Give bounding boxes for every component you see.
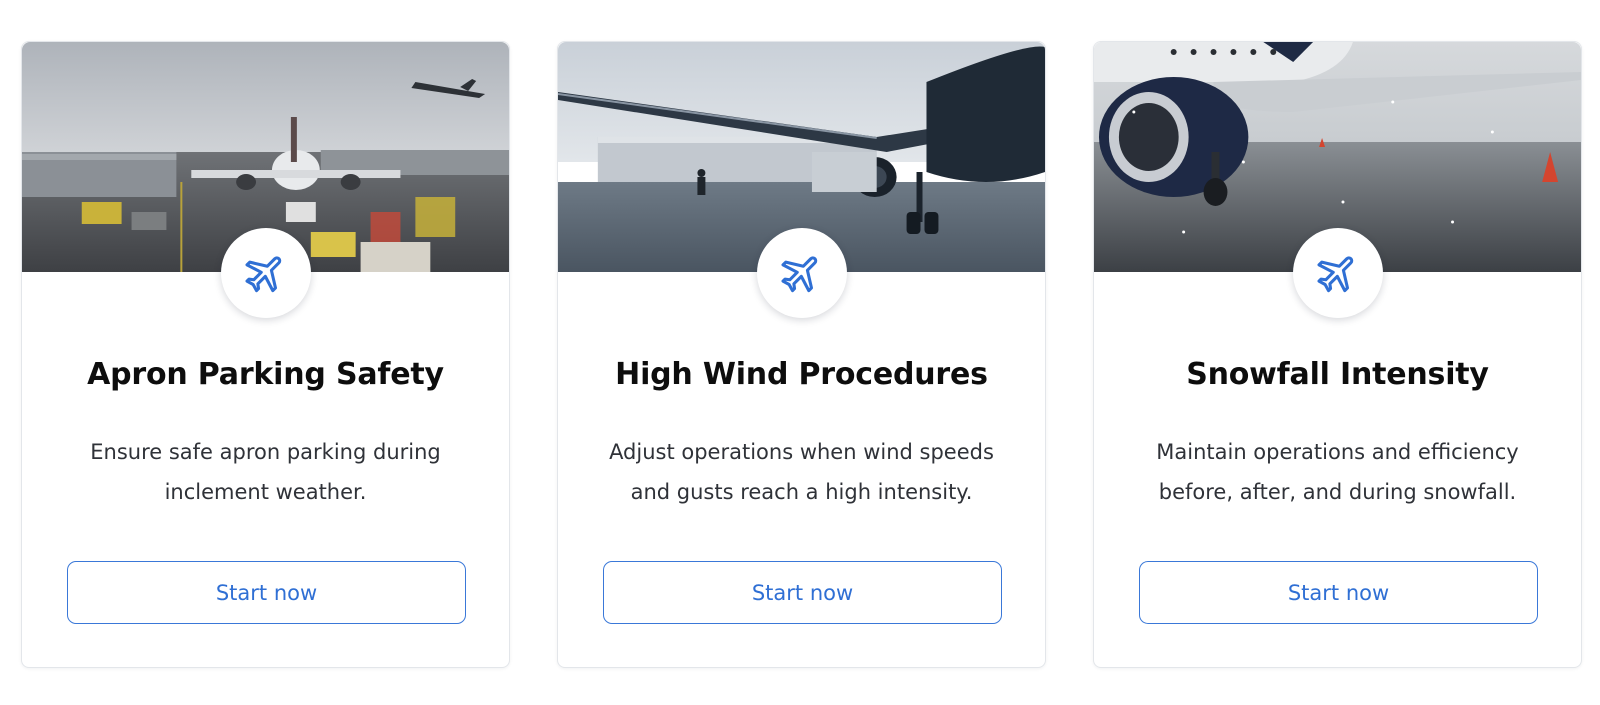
- card-description: Adjust operations when wind speeds and g…: [609, 440, 994, 504]
- card-title: Snowfall Intensity: [1186, 357, 1489, 392]
- card-title: Apron Parking Safety: [87, 357, 444, 392]
- start-now-button[interactable]: Start now: [67, 561, 466, 624]
- airplane-icon: [1315, 250, 1361, 296]
- airplane-icon-badge: [1292, 228, 1383, 318]
- airplane-icon: [779, 250, 825, 296]
- card-description: Maintain operations and efficiency befor…: [1156, 440, 1519, 504]
- course-card-apron-parking: Apron Parking Safety Ensure safe apron p…: [21, 41, 510, 668]
- airplane-icon-badge: [220, 228, 311, 318]
- course-card-high-wind: High Wind Procedures Adjust operations w…: [557, 41, 1046, 668]
- airplane-icon: [243, 250, 289, 296]
- card-description: Ensure safe apron parking during incleme…: [90, 440, 441, 504]
- start-now-button[interactable]: Start now: [1139, 561, 1538, 624]
- course-cards: Apron Parking Safety Ensure safe apron p…: [0, 0, 1600, 705]
- airplane-icon-badge: [756, 228, 847, 318]
- course-card-snowfall: Snowfall Intensity Maintain operations a…: [1093, 41, 1582, 668]
- card-title: High Wind Procedures: [615, 357, 988, 392]
- start-now-button[interactable]: Start now: [603, 561, 1002, 624]
